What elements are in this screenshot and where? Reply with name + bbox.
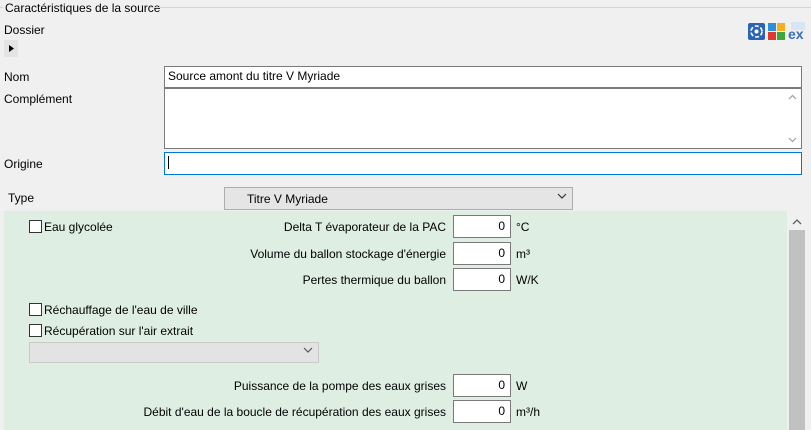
recuperation-air-dropdown[interactable]: [29, 342, 319, 363]
puissance-pompe-input[interactable]: 0: [453, 374, 511, 397]
debit-eau-value: 0: [498, 404, 505, 418]
rechauffage-checkbox[interactable]: [29, 303, 42, 316]
text-caret: [168, 156, 169, 170]
volume-ballon-input[interactable]: 0: [453, 242, 511, 265]
chevron-down-icon: [303, 347, 313, 353]
delta-t-unit: °C: [516, 220, 530, 234]
nom-value: Source amont du titre V Myriade: [168, 69, 341, 83]
type-dropdown[interactable]: Titre V Myriade: [224, 187, 573, 210]
recuperation-air-checkbox[interactable]: [29, 324, 42, 337]
debit-eau-unit: m³/h: [516, 405, 540, 419]
puissance-pompe-value: 0: [498, 378, 505, 392]
eau-glycolee-checkbox[interactable]: [29, 220, 42, 233]
section-title: Caractéristiques de la source: [5, 1, 161, 15]
nom-input[interactable]: Source amont du titre V Myriade: [164, 66, 802, 88]
pertes-ballon-input[interactable]: 0: [453, 268, 511, 291]
scroll-down-icon: [788, 137, 797, 143]
origine-label: Origine: [4, 157, 43, 171]
colored-grid-icon[interactable]: [768, 23, 785, 40]
debit-eau-input[interactable]: 0: [453, 400, 511, 423]
eau-glycolee-label: Eau glycolée: [44, 220, 113, 234]
volume-ballon-unit: m³: [516, 247, 530, 261]
type-label: Type: [8, 191, 35, 205]
complement-scrollbar[interactable]: [784, 89, 801, 148]
ex-export-icon[interactable]: ex: [787, 22, 807, 42]
panel-scrollbar[interactable]: [787, 211, 807, 430]
scrollbar-thumb[interactable]: [789, 230, 805, 430]
chevron-down-icon: [557, 193, 567, 199]
rechauffage-label: Réchauffage de l'eau de ville: [44, 303, 198, 317]
delta-t-label: Delta T évaporateur de la PAC: [283, 220, 446, 234]
pertes-ballon-label: Pertes thermique du ballon: [302, 273, 446, 287]
recuperation-air-label: Récupération sur l'air extrait: [44, 324, 194, 338]
puissance-pompe-unit: W: [516, 379, 528, 393]
play-arrow-icon: [9, 45, 14, 52]
complement-textarea[interactable]: [164, 88, 802, 149]
scroll-up-icon[interactable]: [787, 211, 807, 231]
section-border-left: [0, 7, 3, 8]
ex-icon-text: ex: [788, 26, 804, 41]
complement-label: Complément: [4, 92, 73, 106]
origine-input[interactable]: [164, 152, 802, 175]
scroll-up-icon: [788, 94, 797, 100]
pertes-ballon-unit: W/K: [516, 273, 539, 287]
section-border-right: [150, 7, 811, 8]
nom-label: Nom: [4, 70, 30, 84]
source-parameters-panel: [4, 211, 807, 430]
debit-eau-label: Débit d'eau de la boucle de récupération…: [143, 405, 447, 419]
volume-ballon-label: Volume du ballon stockage d'énergie: [250, 247, 446, 261]
puissance-pompe-label: Puissance de la pompe des eaux grises: [233, 379, 446, 393]
volume-ballon-value: 0: [498, 246, 505, 260]
dossier-label: Dossier: [4, 23, 45, 37]
type-selected: Titre V Myriade: [247, 192, 328, 206]
pertes-ballon-value: 0: [498, 272, 505, 286]
delta-t-input[interactable]: 0: [453, 215, 511, 238]
delta-t-value: 0: [498, 219, 505, 233]
dossier-expand-button[interactable]: [4, 40, 18, 57]
swirl-logo-icon[interactable]: [748, 23, 765, 40]
